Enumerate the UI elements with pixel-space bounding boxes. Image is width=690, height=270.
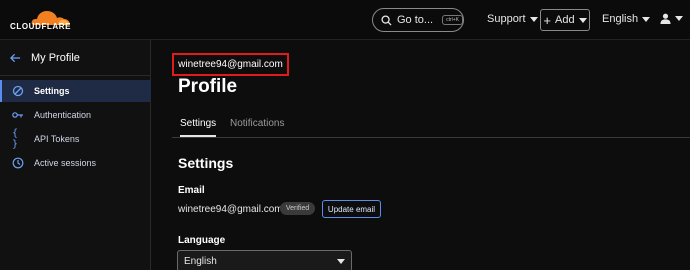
sidebar-title: My Profile: [31, 51, 80, 64]
sidebar-item-authentication[interactable]: Authentication: [0, 104, 151, 126]
add-label: Add: [555, 14, 575, 26]
email-label: Email: [178, 185, 205, 196]
sidebar-item-label: Authentication: [34, 110, 92, 120]
sidebar-item-settings[interactable]: Settings: [0, 80, 151, 102]
clock-icon: [12, 157, 24, 169]
add-button[interactable]: + Add: [540, 9, 590, 31]
language-select[interactable]: English: [177, 250, 352, 270]
search-icon: [381, 14, 392, 26]
sidebar-item-label: Settings: [34, 86, 70, 96]
language-menu-label: English: [602, 13, 639, 25]
sidebar-item-label: Active sessions: [34, 158, 97, 168]
sidebar-item-api-tokens[interactable]: { } API Tokens: [0, 128, 151, 150]
tab-settings[interactable]: Settings: [180, 118, 217, 137]
sidebar-header: My Profile: [0, 40, 151, 76]
user-icon: [660, 13, 671, 24]
sidebar: My Profile Settings Authentication { } A…: [0, 40, 151, 270]
plus-icon: +: [543, 12, 551, 28]
key-icon: [12, 109, 24, 121]
chevron-down-icon: [529, 16, 538, 22]
keyboard-shortcut-hint: ctrl+K: [442, 15, 463, 25]
page-title: Profile: [178, 76, 238, 97]
language-label: Language: [178, 235, 226, 246]
braces-icon: { }: [12, 128, 19, 150]
account-email-highlight: winetree94@gmail.com: [172, 53, 289, 76]
update-email-button[interactable]: Update email: [322, 200, 381, 218]
language-menu[interactable]: English: [602, 13, 651, 25]
user-menu[interactable]: [660, 13, 683, 24]
section-title: Settings: [178, 155, 234, 171]
chevron-down-icon: [337, 258, 345, 264]
language-select-value: English: [184, 255, 217, 267]
goto-label: Go to...: [397, 14, 434, 26]
support-menu[interactable]: Support: [487, 13, 538, 25]
brand-name: CLOUDFLARE: [10, 22, 72, 31]
top-navigation-bar: CLOUDFLARE Go to... ctrl+K Support + Add…: [0, 0, 690, 40]
support-label: Support: [487, 13, 526, 25]
sidebar-item-label: API Tokens: [34, 134, 80, 144]
cloudflare-logo[interactable]: CLOUDFLARE: [10, 7, 72, 33]
chevron-down-icon: [675, 16, 683, 21]
email-value: winetree94@gmail.com: [178, 204, 283, 215]
sliders-icon: [12, 85, 24, 97]
chevron-down-icon: [578, 17, 587, 23]
sidebar-item-active-sessions[interactable]: Active sessions: [0, 152, 151, 174]
verified-badge: Verified: [280, 202, 315, 215]
profile-tabs: Settings Notifications: [172, 110, 690, 138]
tab-notifications[interactable]: Notifications: [230, 118, 284, 129]
goto-search-button[interactable]: Go to... ctrl+K: [372, 8, 464, 32]
back-arrow-icon[interactable]: [10, 53, 21, 63]
chevron-down-icon: [642, 16, 651, 22]
